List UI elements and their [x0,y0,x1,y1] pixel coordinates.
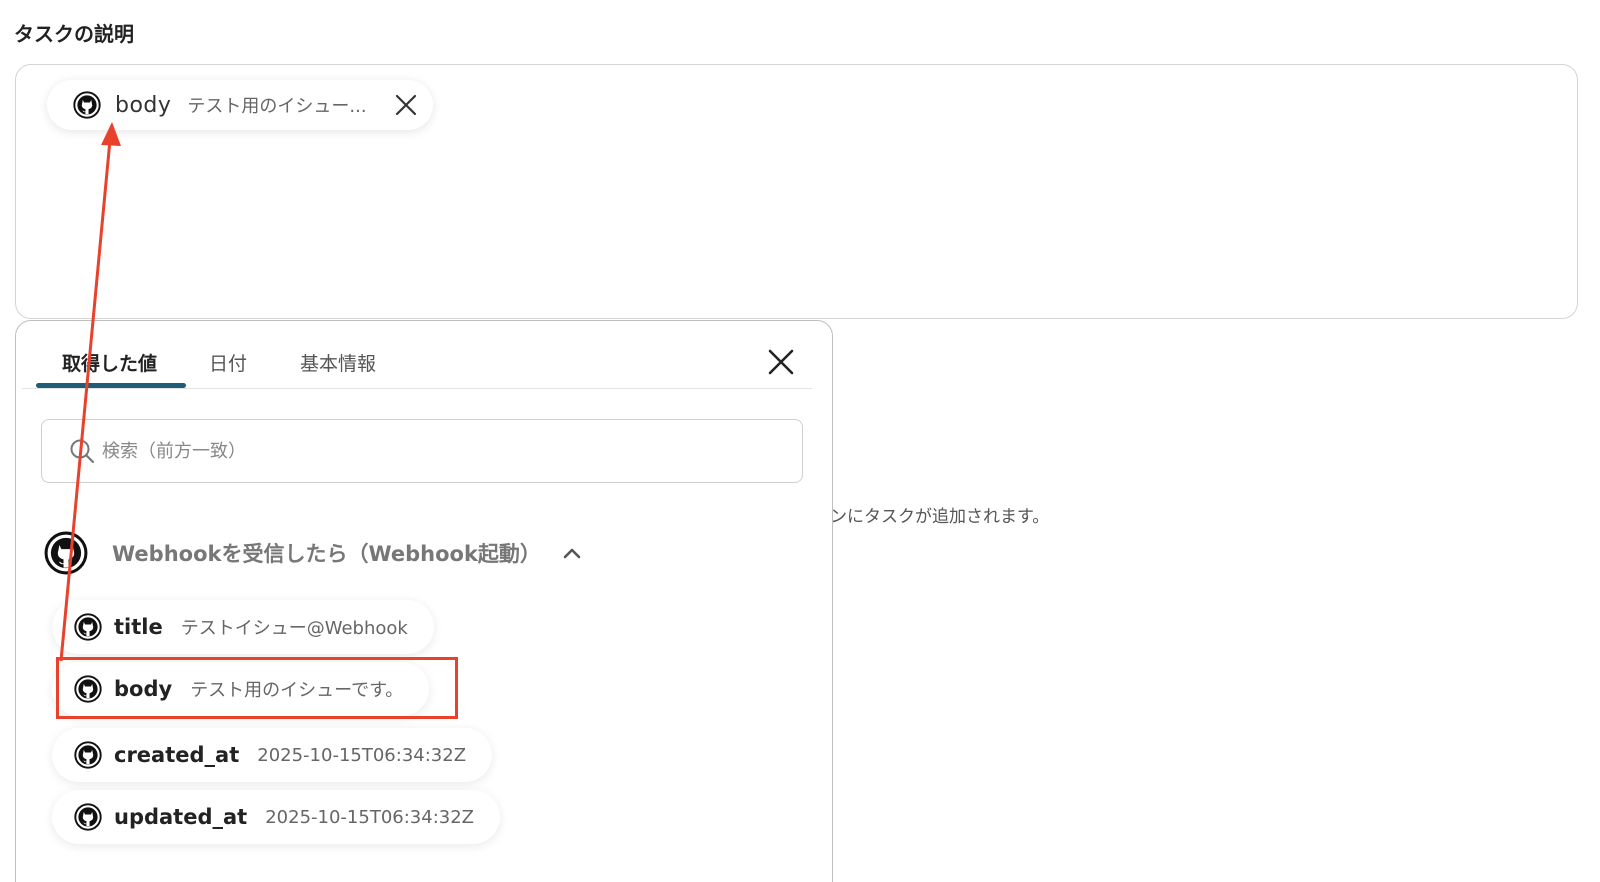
item-value: テスト用のイシューです。 [190,680,404,701]
chip-key: body [115,92,172,118]
search-icon [70,439,95,464]
item-value: テストイシュー@Webhook [180,618,408,639]
chip-value: テスト用のイシュー... [187,96,367,117]
close-icon[interactable] [393,92,419,118]
section-title: タスクの説明 [14,22,134,46]
github-icon [74,803,102,831]
list-item[interactable]: body テスト用のイシューです。 [52,662,430,716]
tab-date[interactable]: 日付 [209,349,247,376]
tab-bar: 取得した値 日付 基本情報 [16,321,832,393]
list-item[interactable]: updated_at 2025-10-15T06:34:32Z [52,790,500,844]
item-value: 2025-10-15T06:34:32Z [257,744,467,766]
hint-text: ンにタスクが追加されます。 [830,507,1050,527]
search-input[interactable] [102,440,742,462]
trigger-group-header[interactable]: Webhookを受信したら（Webhook起動） [44,531,583,575]
item-key: created_at [114,743,240,767]
item-key: updated_at [114,805,248,829]
search-field[interactable] [41,419,803,483]
item-key: title [114,615,163,639]
item-value: 2025-10-15T06:34:32Z [265,806,474,828]
list-item[interactable]: title テストイシュー@Webhook [52,600,434,654]
github-icon [74,613,102,641]
github-icon [73,91,101,119]
list-item[interactable]: created_at 2025-10-15T06:34:32Z [52,728,493,782]
tab-fetched-values[interactable]: 取得した値 [62,349,157,376]
github-icon [44,531,88,575]
inserted-variable-chip[interactable]: body テスト用のイシュー... [47,80,433,130]
tab-basic-info[interactable]: 基本情報 [300,349,376,376]
item-key: body [114,677,173,701]
github-icon [74,675,102,703]
close-icon[interactable] [766,347,796,377]
chevron-up-icon[interactable] [561,542,583,564]
github-icon [74,741,102,769]
trigger-group-label: Webhookを受信したら（Webhook起動） [112,542,541,566]
tab-divider [22,388,812,389]
